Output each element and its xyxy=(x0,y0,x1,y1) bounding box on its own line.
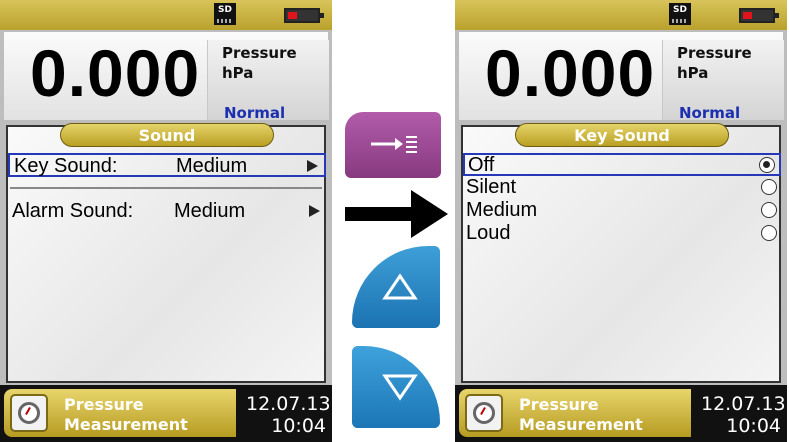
option-label: Silent xyxy=(466,176,517,198)
menu-item-value: Medium xyxy=(176,155,248,177)
submenu-arrow-icon xyxy=(307,160,318,172)
option-loud[interactable]: Loud xyxy=(463,223,781,246)
measurement-name: Pressure xyxy=(222,44,297,62)
pressure-gauge-icon xyxy=(465,394,503,432)
measurement-name: Pressure xyxy=(677,44,752,62)
triangle-up-icon xyxy=(382,273,418,300)
measurement-unit: hPa xyxy=(222,64,254,82)
menu-item-key-sound[interactable]: Key Sound: Medium xyxy=(8,153,326,177)
device-screen-before: SD 0.000 Pressure hPa Normal Sound Key S… xyxy=(0,0,332,442)
menu-item-alarm-sound[interactable]: Alarm Sound: Medium xyxy=(8,200,326,224)
option-label: Off xyxy=(468,154,495,176)
option-silent[interactable]: Silent xyxy=(463,177,781,200)
reading-value: 0.000 xyxy=(30,36,201,110)
menu-divider xyxy=(10,187,322,189)
measurement-button-line1: Pressure xyxy=(64,395,144,414)
status-bar: SD xyxy=(455,0,787,30)
measurement-button-line2: Measurement xyxy=(64,415,188,434)
reading-value: 0.000 xyxy=(485,36,656,110)
menu-title: Sound xyxy=(60,123,274,147)
device-screen-after: SD 0.000 Pressure hPa Normal Key Sound O… xyxy=(455,0,787,442)
menu-title: Key Sound xyxy=(515,123,729,147)
enter-list-icon xyxy=(371,136,417,153)
time-label: 10:04 xyxy=(271,415,326,437)
option-label: Medium xyxy=(466,199,538,221)
mode-label: Normal xyxy=(679,104,741,122)
measurement-unit: hPa xyxy=(677,64,709,82)
sd-card-icon: SD xyxy=(214,3,236,25)
option-medium[interactable]: Medium xyxy=(463,200,781,223)
right-arrow-icon xyxy=(345,190,448,238)
triangle-down-icon xyxy=(382,374,418,401)
menu-item-label: Key Sound: xyxy=(14,155,118,177)
sd-card-icon: SD xyxy=(669,3,691,25)
menu-item-label: Alarm Sound: xyxy=(12,200,134,222)
battery-icon xyxy=(739,8,779,23)
radio-empty-icon[interactable] xyxy=(761,225,777,241)
measurement-button-line2: Measurement xyxy=(519,415,643,434)
radio-empty-icon[interactable] xyxy=(761,202,777,218)
option-off[interactable]: Off xyxy=(463,153,781,176)
enter-key-button[interactable] xyxy=(345,112,441,178)
radio-selected-icon[interactable] xyxy=(759,157,775,173)
time-label: 10:04 xyxy=(726,415,781,437)
date-label: 12.07.13 xyxy=(701,393,786,415)
menu-item-value: Medium xyxy=(174,200,246,222)
status-bar: SD xyxy=(0,0,332,30)
battery-icon xyxy=(284,8,324,23)
date-label: 12.07.13 xyxy=(246,393,331,415)
mode-label: Normal xyxy=(224,104,286,122)
up-key-button[interactable] xyxy=(352,246,440,328)
option-label: Loud xyxy=(466,222,511,244)
measurement-button-line1: Pressure xyxy=(519,395,599,414)
radio-empty-icon[interactable] xyxy=(761,179,777,195)
submenu-arrow-icon xyxy=(309,205,320,217)
down-key-button[interactable] xyxy=(352,346,440,428)
pressure-gauge-icon xyxy=(10,394,48,432)
